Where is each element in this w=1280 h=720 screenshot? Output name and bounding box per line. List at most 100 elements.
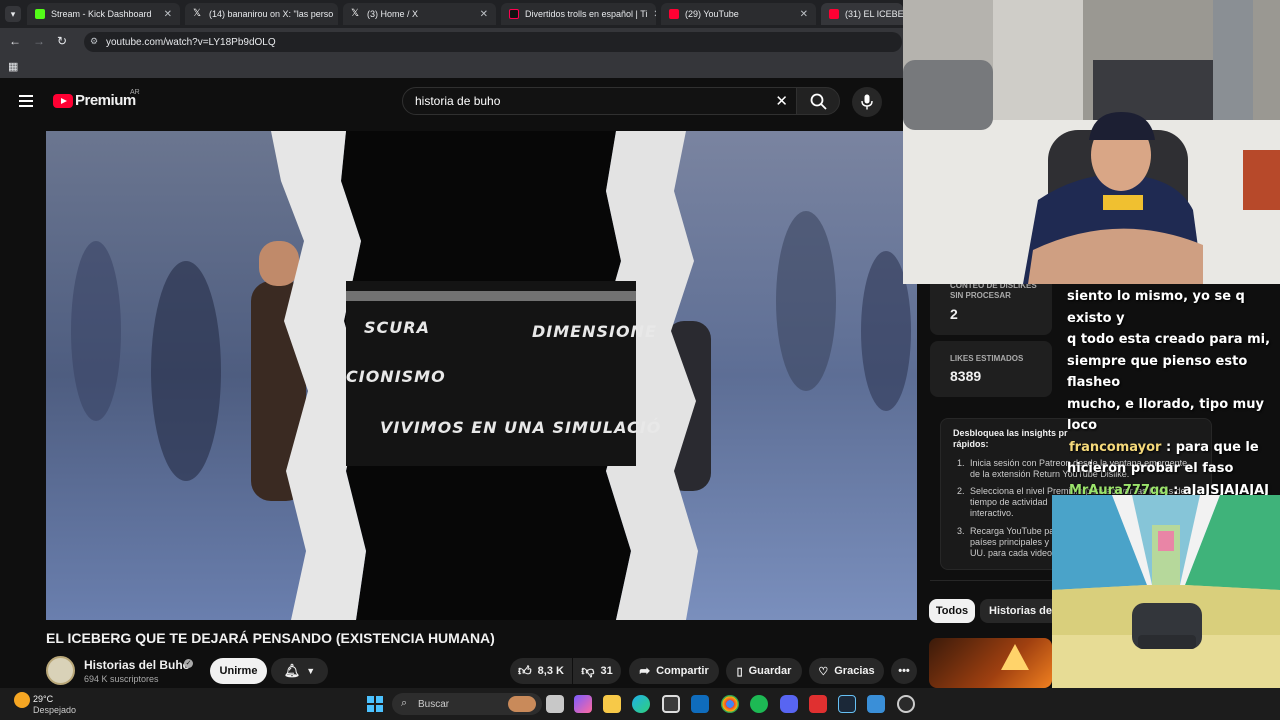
channel-avatar[interactable] [46, 656, 75, 685]
youtube-icon [829, 9, 839, 19]
taskbar-search-input[interactable]: ⌕ Buscar [392, 693, 542, 715]
video-player[interactable]: SCURA DIMENSIONE CIONISMO VIVIMOS EN UNA… [46, 131, 917, 620]
search-button[interactable] [796, 87, 840, 115]
hamburger-menu-icon[interactable] [19, 95, 33, 107]
close-tab-icon[interactable]: ✕ [653, 9, 656, 20]
step-3-line-2: países principales y [970, 537, 1050, 547]
discord-icon[interactable] [780, 695, 798, 713]
kick-icon [35, 9, 45, 19]
close-tab-icon[interactable]: ✕ [800, 9, 808, 20]
bookmark-icon: ▯ [736, 665, 743, 678]
thanks-label: Gracias [834, 665, 875, 677]
estimated-likes-card: LIKES ESTIMADOS 8389 [930, 341, 1052, 397]
chat-line: siempre que pienso esto flasheo [1067, 353, 1248, 391]
copilot-icon[interactable] [574, 695, 592, 713]
overlay-text-3: CIONISMO [346, 367, 446, 386]
windows-start-icon[interactable] [367, 696, 383, 712]
dislike-count: 31 [600, 665, 613, 677]
youtube-logo-icon[interactable] [53, 94, 73, 108]
x-logo-icon: 𝕏 [351, 8, 360, 19]
spotify-icon[interactable] [750, 695, 768, 713]
chat-line: mucho, e llorado, tipo muy loco [1067, 396, 1264, 434]
share-arrow-icon: ➦ [639, 663, 651, 678]
raw-dislikes-card: CONTEO DE DISLIKES SIN PROCESAR 2 [930, 275, 1052, 335]
tab-kick-dashboard[interactable]: Stream - Kick Dashboard ✕ [27, 3, 180, 25]
channel-name[interactable]: Historias del Buho [84, 658, 190, 672]
chip-channel[interactable]: Historias del B [980, 599, 1066, 623]
tab-search-dropdown-icon[interactable]: ▾ [5, 6, 21, 22]
tab-youtube-home[interactable]: (29) YouTube ✕ [661, 3, 816, 25]
photos-icon[interactable] [867, 695, 885, 713]
bell-icon: 🔔︎ [283, 663, 301, 678]
reload-icon[interactable]: ↻ [57, 34, 67, 48]
tab-title: (29) YouTube [685, 9, 739, 19]
dislike-button[interactable]: 👎︎ 31 [573, 658, 621, 684]
step-3-line-3: UU. para cada video [970, 548, 1053, 558]
notifications-button[interactable]: 🔔︎ ▼ [271, 658, 328, 684]
divider [930, 580, 1052, 581]
microsoft-store-icon[interactable] [662, 695, 680, 713]
recommended-thumbnail[interactable] [929, 638, 1052, 688]
save-label: Guardar [748, 665, 792, 677]
chat-username: francomayor [1069, 439, 1162, 455]
file-explorer-icon[interactable] [603, 695, 621, 713]
chrome-icon[interactable] [721, 695, 739, 713]
chip-all[interactable]: Todos [929, 599, 975, 623]
url-text: youtube.com/watch?v=LY18Pb9dOLQ [106, 36, 276, 48]
webcam-overlay [903, 0, 1280, 284]
unlock-title-1: Desbloquea las insights pr [953, 428, 1068, 438]
search-value: historia de buho [415, 94, 501, 108]
tab-x-bananirou[interactable]: 𝕏 (14) bananirou on X: "las perso ✕ [185, 3, 338, 25]
forward-arrow-icon[interactable]: → [33, 34, 45, 48]
more-dots-icon: ••• [898, 665, 910, 677]
youtube-premium-logo[interactable]: Premium [75, 92, 136, 109]
thanks-button[interactable]: ♡ Gracias [809, 658, 884, 684]
task-view-icon[interactable] [546, 695, 564, 713]
tab-x-home[interactable]: 𝕏 (3) Home / X ✕ [343, 3, 496, 25]
country-code: AR [130, 89, 140, 96]
overlay-text-1: SCURA [364, 318, 430, 337]
obs-icon[interactable] [897, 695, 915, 713]
taskbar-search-label: Buscar [418, 698, 450, 710]
like-button[interactable]: 👍︎ 8,3 K [510, 658, 572, 684]
search-input[interactable]: historia de buho ✕ [402, 87, 797, 115]
tab-youtube-active[interactable]: (31) EL ICEBERG Q [821, 3, 903, 25]
save-button[interactable]: ▯ Guardar [726, 658, 802, 684]
back-arrow-icon[interactable]: ← [9, 34, 21, 48]
streamer-webcam-image [903, 0, 1280, 284]
thumbs-up-icon: 👍︎ [518, 663, 532, 678]
tab-title: Divertidos trolls en español | Ti [525, 9, 648, 19]
chip-all-label: Todos [935, 605, 969, 617]
weather-condition[interactable]: Despejado [33, 705, 76, 715]
search-icon: ⌕ [401, 697, 408, 709]
outlook-icon[interactable] [691, 695, 709, 713]
youtube-icon [669, 9, 679, 19]
apps-grid-icon[interactable]: ▦ [8, 60, 18, 73]
close-tab-icon[interactable]: ✕ [480, 9, 488, 20]
weather-sun-icon[interactable] [14, 692, 30, 708]
step-3: 3. Recarga YouTube pa países principales… [957, 526, 1055, 558]
edge-browser-icon[interactable] [632, 695, 650, 713]
address-bar[interactable]: ⚙ youtube.com/watch?v=LY18Pb9dOLQ [84, 32, 902, 52]
close-tab-icon[interactable]: ✕ [164, 9, 172, 20]
overlay-text-4: VIVIMOS EN UNA SIMULACIÓ [380, 418, 662, 437]
tab-title: (3) Home / X [367, 9, 419, 19]
unlock-title-2: rápidos: [953, 439, 989, 449]
site-info-icon[interactable]: ⚙ [90, 36, 98, 47]
steam-icon[interactable] [838, 695, 856, 713]
video-frame [46, 131, 917, 620]
more-actions-button[interactable]: ••• [891, 658, 917, 684]
chat-line: siento lo mismo, yo se q existo y [1067, 289, 1245, 326]
clear-search-icon[interactable]: ✕ [775, 92, 788, 110]
thanks-heart-icon: ♡ [818, 665, 829, 678]
weather-temp[interactable]: 29°C [33, 694, 53, 704]
tab-tiktok[interactable]: Divertidos trolls en español | Ti ✕ [501, 3, 656, 25]
chat-text: : para que le [1166, 439, 1259, 455]
recording-app-icon[interactable] [809, 695, 827, 713]
voice-search-button[interactable] [852, 87, 882, 117]
thumbs-down-icon: 👎︎ [581, 663, 595, 678]
game-overlay [1052, 495, 1280, 720]
search-highlight-icon [508, 696, 536, 712]
join-button[interactable]: Unirme [210, 658, 267, 684]
share-button[interactable]: ➦ Compartir [629, 658, 719, 684]
